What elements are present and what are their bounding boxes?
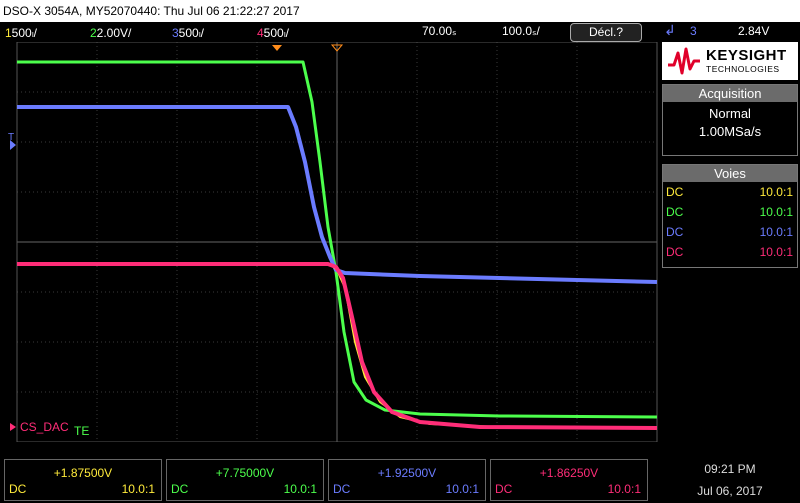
ch3-offset-softkey[interactable]: +1.92500V DC 10.0:1: [328, 459, 486, 501]
trigger-level[interactable]: 2.84V: [738, 24, 769, 38]
ch2-number: 2: [90, 26, 97, 40]
brand-sub: TECHNOLOGIES: [706, 64, 780, 74]
acquisition-box[interactable]: Acquisition Normal 1.00MSa/s: [662, 84, 798, 156]
ch3-scale: 500ₗ/: [178, 26, 205, 40]
ch3-probe: 10.0:1: [445, 482, 479, 496]
trigger-edge-icon: ↲: [664, 22, 676, 38]
channels-title: Voies: [663, 165, 797, 182]
ch1-offset-softkey[interactable]: +1.87500V DC 10.0:1: [4, 459, 162, 501]
time-scale[interactable]: 100.0ₛ/: [502, 24, 540, 38]
ch2-setting[interactable]: 2 2.00V/: [90, 24, 131, 40]
ch1-coupling: DC: [9, 482, 27, 496]
channels-box[interactable]: Voies DC 10.0:1 DC 10.0:1 DC 10.0:1 DC 10.0:…: [662, 164, 798, 268]
keysight-logo: KEYSIGHT TECHNOLOGIES: [662, 42, 798, 80]
ch3-setting[interactable]: 3 500ₗ/: [172, 24, 204, 40]
ch4-scale: 500ₗ/: [263, 26, 290, 40]
ch1-scale: 500ₗ/: [11, 26, 38, 40]
ch3-offset-value: +1.92500V: [377, 466, 437, 480]
ch4-coupling: DC: [495, 482, 513, 496]
ch2-scale: 2.00V/: [96, 26, 132, 40]
ch2-probe: 10.0:1: [283, 482, 317, 496]
voie-row-4: DC 10.0:1: [666, 245, 793, 259]
clock-date: Jul 06, 2017: [697, 484, 763, 498]
trigger-mode-button[interactable]: Décl.?: [570, 23, 642, 42]
side-panel: KEYSIGHT TECHNOLOGIES Acquisition Normal…: [660, 42, 800, 442]
ch4-offset-softkey[interactable]: +1.86250V DC 10.0:1: [490, 459, 648, 501]
ch3-number: 3: [172, 26, 179, 40]
window-title: DSO-X 3054A, MY52070440: Thu Jul 06 21:2…: [0, 0, 800, 22]
keysight-wave-icon: [668, 47, 700, 75]
ch1-setting[interactable]: 1 500ₗ/: [5, 24, 37, 40]
cs-dac-label: CS_DAC: [20, 420, 69, 434]
time-delay[interactable]: 70.00ₛ: [422, 24, 457, 38]
te-label: TE: [74, 424, 90, 438]
graticule: [10, 41, 658, 443]
voie-row-1: DC 10.0:1: [666, 185, 793, 199]
status-bar: 1 500ₗ/ 2 2.00V/ 3 500ₗ/ 4 500ₗ/ 70.00ₛ …: [0, 22, 800, 42]
ch2-offset-softkey[interactable]: +7.75000V DC 10.0:1: [166, 459, 324, 501]
ch4-setting[interactable]: 4 500ₗ/: [257, 24, 289, 40]
voie-row-2: DC 10.0:1: [666, 205, 793, 219]
ch2-coupling: DC: [171, 482, 189, 496]
waveform-display[interactable]: T CS_DAC TE: [0, 41, 660, 443]
acquisition-title: Acquisition: [663, 85, 797, 102]
ch4-ground-marker: [10, 423, 16, 431]
ch1-offset-value: +1.87500V: [53, 466, 113, 480]
ch3-coupling: DC: [333, 482, 351, 496]
ch4-probe: 10.0:1: [607, 482, 641, 496]
ch2-offset-value: +7.75000V: [215, 466, 275, 480]
clock-time: 09:21 PM: [704, 462, 756, 476]
trigger-channel[interactable]: 3: [690, 24, 697, 38]
ch4-offset-value: +1.86250V: [539, 466, 599, 480]
ch4-number: 4: [257, 26, 264, 40]
softkey-bar: +1.87500V DC 10.0:1 +7.75000V DC 10.0:1 …: [0, 456, 800, 503]
brand-name: KEYSIGHT: [706, 47, 787, 64]
ch1-number: 1: [5, 26, 12, 40]
acquisition-mode: Normal: [709, 106, 751, 121]
ch1-probe: 10.0:1: [121, 482, 155, 496]
voie-row-3: DC 10.0:1: [666, 225, 793, 239]
trigger-t-label: T: [8, 132, 15, 143]
acquisition-rate: 1.00MSa/s: [698, 124, 762, 139]
